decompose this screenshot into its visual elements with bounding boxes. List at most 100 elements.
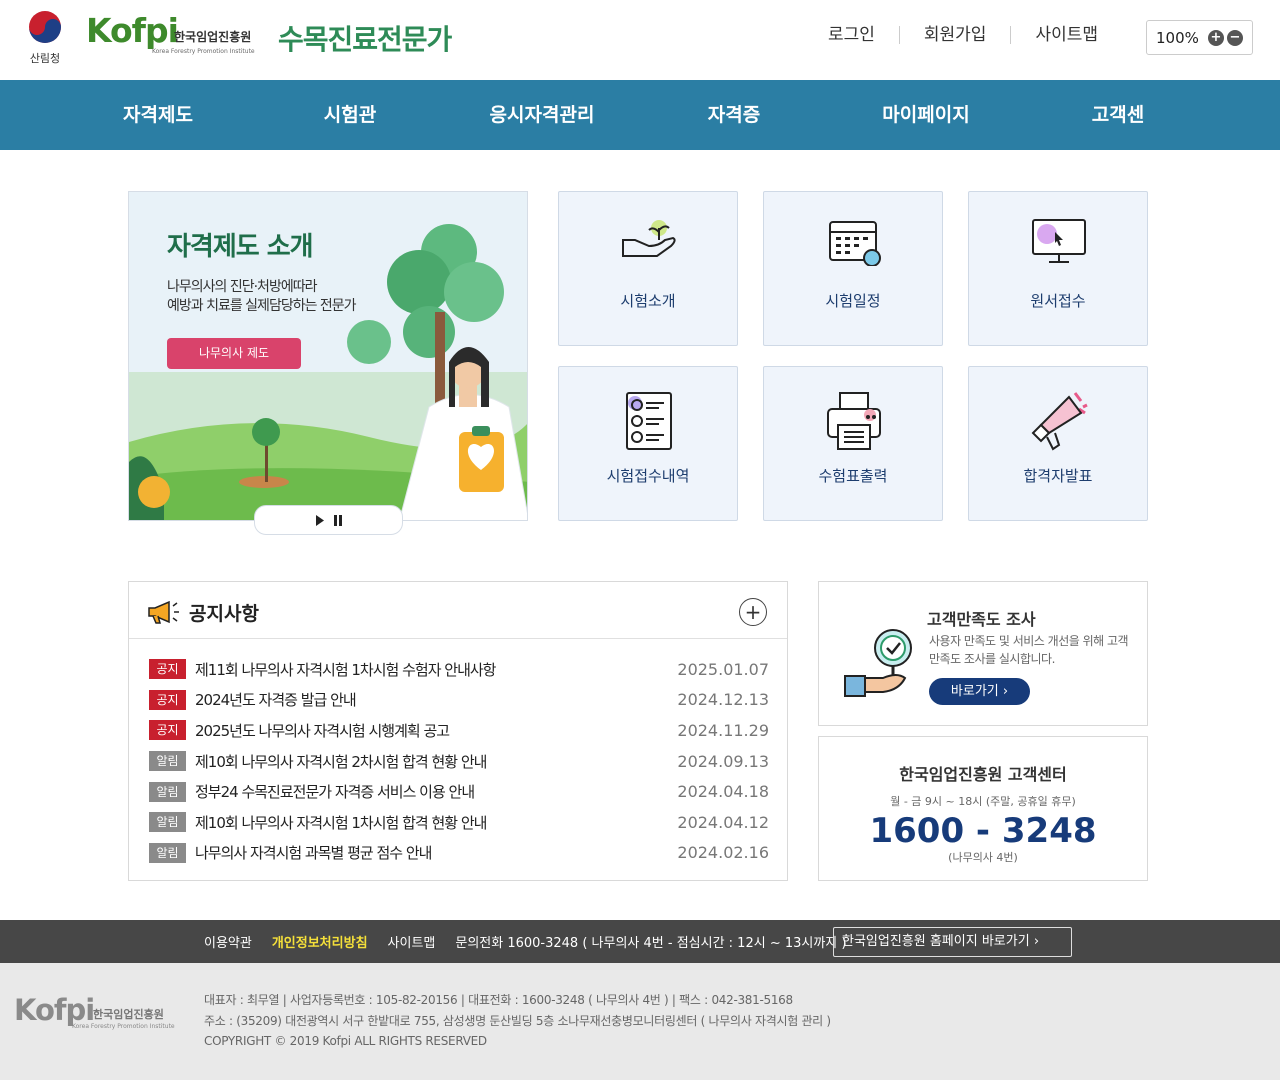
main-banner[interactable]: 자격제도 소개 나무의사의 진단·처방에따라 예방과 치료를 실제담당하는 전문…	[128, 191, 528, 521]
footer-logo-org-en: Korea Forestry Promotion Institute	[72, 1023, 175, 1030]
status-badge: 공지	[149, 689, 186, 710]
utility-links: 로그인 회원가입 사이트맵	[804, 26, 1122, 44]
quick-tile-exam-intro[interactable]: 시험소개	[558, 191, 738, 346]
signup-link[interactable]: 회원가입	[898, 26, 1011, 44]
kofpi-home-button[interactable]: 한국임업진흥원 홈페이지 바로가기 ›	[833, 927, 1072, 957]
footer-info-line2: 주소 : (35209) 대전광역시 서구 한밭대로 755, 삼성생명 둔산빌…	[204, 1013, 831, 1028]
main-nav: 자격제도 시험관리 응시자격관리 자격증관리 마이페이지 고객센터	[0, 80, 1280, 196]
quick-tile-label: 시험접수내역	[606, 467, 690, 485]
footer-copyright: COPYRIGHT © 2019 Kofpi ALL RIGHTS RESERV…	[204, 1034, 487, 1048]
notice-item-date: 2024.11.29	[677, 720, 769, 740]
nav-item-qualification[interactable]: 자격제도	[0, 80, 316, 150]
customer-center-sub: (나무의사 4번)	[948, 851, 1018, 864]
notice-item-date: 2024.12.13	[677, 690, 769, 710]
notice-item-title[interactable]: 나무의사 자격시험 과목별 평균 점수 안내	[195, 842, 432, 863]
quick-tile-application-history[interactable]: 시험접수내역	[558, 366, 738, 521]
list-item[interactable]: 공지 2024년도 자격증 발급 안내 2024.12.13	[149, 685, 769, 716]
kofpi-home-label: 한국임업진흥원 홈페이지 바로가기	[842, 934, 1030, 949]
login-link[interactable]: 로그인	[804, 26, 899, 44]
nav-item-support[interactable]: 고객센터	[1084, 80, 1152, 196]
status-badge: 공지	[149, 720, 186, 741]
nav-item-eligibility[interactable]: 응시자격관리	[384, 80, 700, 150]
quick-tile-results[interactable]: 합격자발표	[968, 366, 1148, 521]
survey-go-button[interactable]: 바로가기 ›	[929, 678, 1030, 705]
footer-logo-word: Kofpi	[14, 993, 95, 1027]
status-badge: 알림	[149, 812, 186, 833]
monitor-cursor-icon	[1032, 219, 1086, 263]
customer-center-hours: 월 - 금 9시 ~ 18시 (주말, 공휴일 휴무)	[890, 795, 1076, 808]
zoom-out-icon[interactable]: −	[1226, 29, 1243, 46]
taeguk-emblem-icon	[29, 11, 61, 43]
footer-logo-org: 한국임업진흥원	[93, 1008, 164, 1021]
quick-tile-label: 시험일정	[825, 292, 881, 310]
nav-item-mypage[interactable]: 마이페이지	[768, 80, 1084, 150]
status-badge: 알림	[149, 751, 186, 772]
site-title[interactable]: 수목진료전문가	[278, 18, 452, 58]
forest-service-logo[interactable]: 산림청	[24, 10, 66, 66]
notice-item-title[interactable]: 제10회 나무의사 자격시험 1차시험 합격 현황 안내	[195, 812, 487, 833]
megaphone-icon	[148, 600, 179, 624]
footer-bar: 이용약관 개인정보처리방침 사이트맵 문의전화 1600-3248 ( 나무의사…	[0, 920, 1280, 963]
zoom-in-icon[interactable]: +	[1207, 29, 1224, 46]
banner-title: 자격제도 소개	[167, 232, 314, 262]
status-badge: 알림	[149, 842, 186, 863]
list-item[interactable]: 알림 제10회 나무의사 자격시험 2차시험 합격 현황 안내 2024.09.13	[149, 746, 769, 777]
list-item[interactable]: 알림 제10회 나무의사 자격시험 1차시험 합격 현황 안내 2024.04.12	[149, 807, 769, 838]
quick-tile-label: 원서접수	[1030, 292, 1086, 310]
kofpi-logo-org-en: Korea Forestry Promotion Institute	[152, 48, 255, 55]
notice-item-date: 2024.04.12	[677, 812, 769, 832]
notice-title: 공지사항	[189, 603, 259, 625]
status-badge: 알림	[149, 781, 186, 802]
banner-desc-line1: 나무의사의 진단·처방에따라	[167, 279, 317, 295]
chevron-right-icon: ›	[1002, 684, 1009, 699]
kofpi-logo[interactable]: Kofpi 한국임업진흥원 Korea Forestry Promotion I…	[86, 14, 255, 58]
zoom-control: 100% + −	[1146, 20, 1253, 55]
notice-item-date: 2025.01.07	[677, 659, 769, 679]
play-icon[interactable]	[315, 514, 325, 526]
printer-icon	[827, 392, 881, 450]
notice-item-date: 2024.09.13	[677, 751, 769, 771]
footer-sitemap-link[interactable]: 사이트맵	[388, 932, 436, 951]
notice-item-title[interactable]: 정부24 수목진료전문가 자격증 서비스 이용 안내	[195, 781, 475, 802]
list-item[interactable]: 공지 2025년도 나무의사 자격시험 시행계획 공고 2024.11.29	[149, 715, 769, 746]
footer-info: Kofpi 한국임업진흥원 Korea Forestry Promotion I…	[0, 963, 1280, 1080]
list-item[interactable]: 공지 제11회 나무의사 자격시험 1차시험 수험자 안내사항 2025.01.07	[149, 654, 769, 685]
chevron-right-icon: ›	[1033, 934, 1040, 949]
list-item[interactable]: 알림 나무의사 자격시험 과목별 평균 점수 안내 2024.02.16	[149, 838, 769, 869]
pause-icon[interactable]	[333, 514, 343, 526]
survey-box: 고객만족도 조사 사용자 만족도 및 서비스 개선을 위해 고객만족도 조사를 …	[818, 581, 1148, 726]
quick-tile-exam-schedule[interactable]: 시험일정	[763, 191, 943, 346]
banner-controls	[254, 505, 403, 535]
quick-tile-label: 시험소개	[620, 292, 676, 310]
kofpi-logo-org: 한국임업진흥원	[174, 30, 252, 44]
more-plus-icon[interactable]: +	[739, 598, 767, 626]
notice-board: 공지사항 + 공지 제11회 나무의사 자격시험 1차시험 수험자 안내사항 202…	[128, 581, 788, 881]
magnifier-check-icon	[844, 629, 912, 697]
survey-title: 고객만족도 조사	[927, 610, 1036, 629]
nav-item-certificate[interactable]: 자격증관리	[700, 80, 768, 196]
notice-item-date: 2024.02.16	[677, 843, 769, 863]
calendar-icon	[829, 221, 881, 266]
banner-button[interactable]: 나무의사 제도	[167, 338, 301, 369]
terms-link[interactable]: 이용약관	[204, 932, 252, 951]
quick-tile-application[interactable]: 원서접수	[968, 191, 1148, 346]
hand-plant-icon	[622, 220, 676, 257]
privacy-link[interactable]: 개인정보처리방침	[272, 932, 368, 951]
banner-desc-line2: 예방과 치료를 실제담당하는 전문가	[167, 298, 357, 314]
customer-center-title: 한국임업진흥원 고객센터	[899, 765, 1067, 784]
quick-tile-admission-ticket[interactable]: 수험표출력	[763, 366, 943, 521]
notice-item-title[interactable]: 2024년도 자격증 발급 안내	[195, 689, 357, 710]
quick-tile-label: 수험표출력	[818, 467, 888, 485]
customer-center-phone[interactable]: 1600 - 3248	[819, 811, 1147, 851]
notice-item-title[interactable]: 제10회 나무의사 자격시험 2차시험 합격 현황 안내	[195, 751, 487, 772]
list-item[interactable]: 알림 정부24 수목진료전문가 자격증 서비스 이용 안내 2024.04.18	[149, 776, 769, 807]
notice-item-title[interactable]: 제11회 나무의사 자격시험 1차시험 수험자 안내사항	[195, 659, 496, 680]
customer-center-box: 한국임업진흥원 고객센터 월 - 금 9시 ~ 18시 (주말, 공휴일 휴무)…	[818, 736, 1148, 881]
notice-item-title[interactable]: 2025년도 나무의사 자격시험 시행계획 공고	[195, 720, 450, 741]
nav-item-exam[interactable]: 시험관리	[316, 80, 384, 196]
notice-item-date: 2024.04.18	[677, 782, 769, 802]
footer-info-line1: 대표자 : 최무열 | 사업자등록번호 : 105-82-20156 | 대표전…	[204, 993, 793, 1007]
status-badge: 공지	[149, 659, 186, 680]
sitemap-link[interactable]: 사이트맵	[1010, 26, 1122, 44]
footer-links: 이용약관 개인정보처리방침 사이트맵 문의전화 1600-3248 ( 나무의사…	[204, 920, 846, 963]
